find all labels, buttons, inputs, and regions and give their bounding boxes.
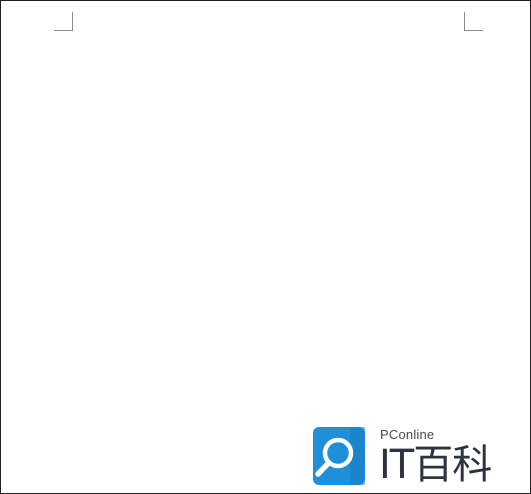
document-page: PConline IT百科 <box>0 0 531 494</box>
top-right-margin-mark <box>464 12 483 31</box>
watermark-title: IT百科 <box>379 442 492 488</box>
watermark-brand: PConline <box>380 427 435 442</box>
magnifier-document-icon <box>313 427 365 485</box>
top-left-margin-mark <box>54 12 73 31</box>
pconline-watermark: PConline IT百科 <box>313 425 503 489</box>
